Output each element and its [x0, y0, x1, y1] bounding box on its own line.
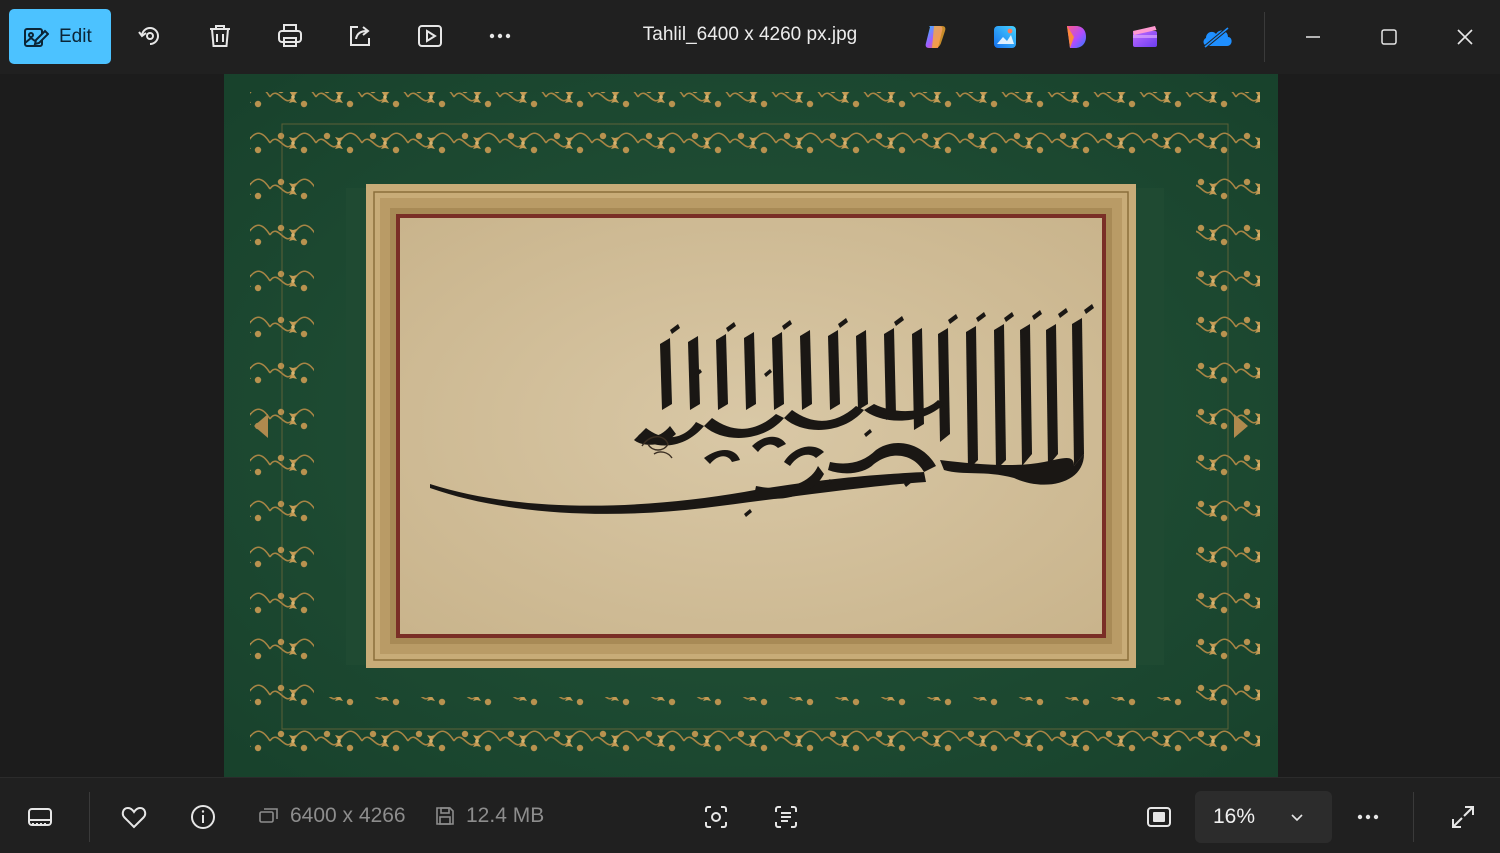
share-button[interactable] [343, 19, 377, 53]
rotate-button[interactable] [133, 19, 167, 53]
edit-button[interactable]: Edit [9, 9, 111, 64]
close-icon [1457, 29, 1473, 45]
maximize-button[interactable] [1372, 20, 1406, 54]
visual-search-icon [705, 806, 727, 828]
fit-window-icon [1147, 807, 1171, 827]
delete-button[interactable] [203, 19, 237, 53]
status-bar: 6400 x 4266 12.4 MB 16% [0, 777, 1500, 853]
more-options-bottom-button[interactable] [1351, 800, 1385, 834]
fullscreen-button[interactable] [1446, 800, 1480, 834]
file-size-text: 12.4 MB [466, 804, 545, 827]
onedrive-icon[interactable] [1200, 22, 1234, 52]
titlebar-divider [1264, 12, 1265, 62]
statusbar-divider-right [1413, 792, 1414, 842]
filmstrip-icon [28, 808, 52, 826]
copilot-icon[interactable] [920, 22, 950, 52]
info-icon [191, 805, 215, 829]
favorite-button[interactable] [117, 800, 151, 834]
video-editor-icon[interactable] [1130, 22, 1160, 52]
minimize-icon [1306, 36, 1320, 38]
print-icon [278, 24, 302, 47]
minimize-button[interactable] [1296, 20, 1330, 54]
scan-text-icon [775, 806, 797, 828]
zoom-value: 16% [1213, 805, 1256, 828]
slideshow-icon [418, 25, 442, 47]
save-disk-icon [436, 807, 454, 825]
close-button[interactable] [1448, 20, 1482, 54]
filmstrip-button[interactable] [23, 800, 57, 834]
image-dimensions: 6400 x 4266 [258, 804, 406, 828]
file-info-button[interactable] [186, 800, 220, 834]
fit-to-window-button[interactable] [1142, 800, 1176, 834]
maximize-icon [1381, 29, 1397, 45]
chevron-down-icon [1291, 814, 1303, 822]
image-canvas[interactable] [0, 74, 1500, 777]
more-icon [489, 33, 511, 39]
heart-icon [121, 806, 147, 829]
statusbar-divider [89, 792, 90, 842]
more-options-button[interactable] [483, 19, 517, 53]
window-title: Tahlil_6400 x 4260 px.jpg [642, 24, 858, 45]
visual-search-button[interactable] [699, 800, 733, 834]
file-size: 12.4 MB [434, 804, 544, 828]
scan-text-button[interactable] [769, 800, 803, 834]
dimensions-text: 6400 x 4266 [290, 804, 406, 827]
calligraphy-artwork [224, 74, 1278, 777]
delete-icon [210, 25, 230, 47]
edit-image-icon [24, 27, 49, 47]
title-bar: Edit Tahlil_6400 x 4260 px.jpg [0, 0, 1500, 74]
zoom-dropdown[interactable]: 16% [1195, 791, 1332, 843]
designer-icon[interactable] [990, 22, 1020, 52]
dimensions-icon [259, 808, 278, 823]
more-icon [1357, 814, 1379, 820]
edit-button-label: Edit [59, 25, 92, 47]
clipchamp-icon[interactable] [1060, 22, 1090, 52]
share-icon [350, 26, 370, 46]
expand-icon [1452, 806, 1474, 828]
print-button[interactable] [273, 19, 307, 53]
rotate-icon [138, 27, 159, 45]
slideshow-button[interactable] [413, 19, 447, 53]
